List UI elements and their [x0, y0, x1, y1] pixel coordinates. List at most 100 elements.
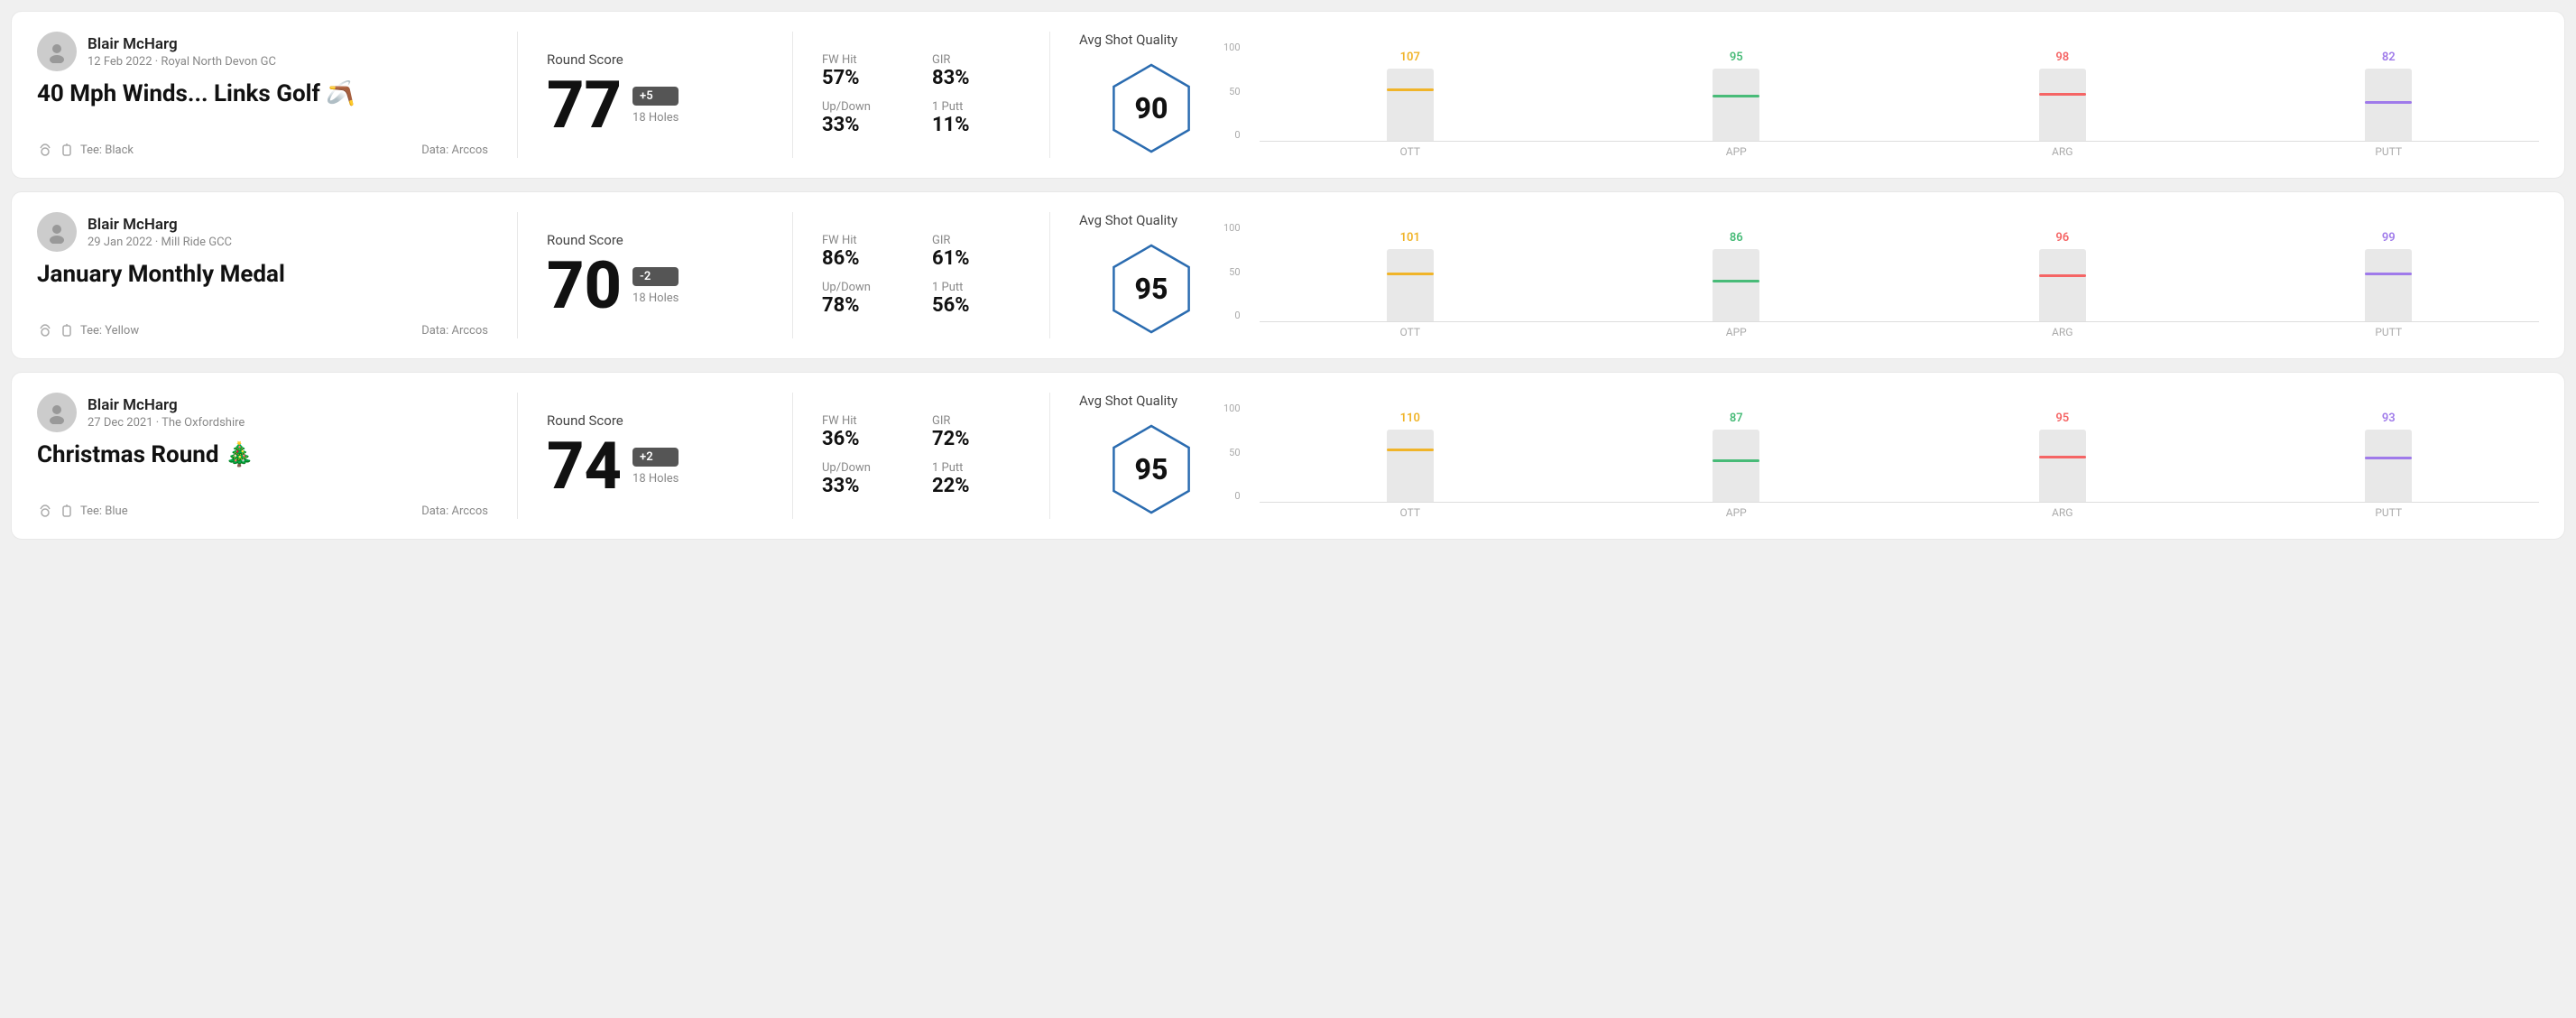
updown-value: 33%: [822, 475, 910, 497]
gir-value: 61%: [932, 247, 1020, 270]
bar-chart: 100 50 0 101 86: [1223, 222, 2539, 338]
bar-group-ott: 110: [1260, 412, 1561, 502]
x-label: ARG: [1912, 506, 2213, 519]
card-divider: [517, 32, 518, 158]
bar-wrapper: [2039, 430, 2086, 502]
x-label: PUTT: [2239, 326, 2540, 338]
chart-bars-area: 100500 107 95: [1223, 42, 2539, 141]
bar-indicator: [1387, 449, 1434, 451]
golf-bag-icon: [59, 142, 75, 158]
updown-value: 33%: [822, 114, 910, 136]
bar-wrapper: [2039, 69, 2086, 141]
oneputt-value: 56%: [932, 294, 1020, 317]
stats-section: FW Hit 86% GIR 61% Up/Down 78% 1 Putt 56…: [822, 212, 1020, 338]
bar-fill: [1713, 280, 1759, 321]
updown-label: Up/Down: [822, 281, 910, 294]
user-name: Blair McHarg: [88, 35, 276, 53]
stat-gir: GIR 72%: [932, 414, 1020, 450]
bar-value-putt: 82: [2382, 51, 2396, 64]
bar-fill: [1387, 449, 1434, 502]
score-number: 77: [547, 73, 622, 138]
updown-label: Up/Down: [822, 461, 910, 475]
round-card-1: Blair McHarg 12 Feb 2022 · Royal North D…: [11, 11, 2565, 179]
stats-section: FW Hit 36% GIR 72% Up/Down 33% 1 Putt 22…: [822, 393, 1020, 519]
stat-oneputt: 1 Putt 11%: [932, 100, 1020, 136]
y-tick: 100: [1223, 42, 1241, 53]
bar-wrapper: [1713, 69, 1759, 141]
bar-value-ott: 101: [1400, 231, 1420, 245]
score-detail: -2 18 Holes: [632, 267, 679, 305]
card-footer: Tee: Blue Data: Arccos: [37, 503, 488, 519]
bar-value-arg: 96: [2055, 231, 2069, 245]
y-tick: 50: [1229, 447, 1240, 458]
y-tick: 0: [1234, 490, 1240, 502]
bar-fill: [1387, 273, 1434, 321]
bar-fill: [2039, 456, 2086, 502]
bar-wrapper: [1387, 430, 1434, 502]
x-label: APP: [1586, 506, 1888, 519]
card-footer: Tee: Black Data: Arccos: [37, 142, 488, 158]
quality-section: Avg Shot Quality 90: [1079, 32, 1223, 158]
y-tick: 0: [1234, 310, 1240, 321]
card-left: Blair McHarg 12 Feb 2022 · Royal North D…: [37, 32, 488, 158]
bar-fill: [1713, 459, 1759, 502]
score-label: Round Score: [547, 51, 763, 68]
card-divider-3: [1049, 212, 1050, 338]
stats-grid: FW Hit 36% GIR 72% Up/Down 33% 1 Putt 22…: [822, 414, 1020, 497]
round-title: January Monthly Medal: [37, 261, 488, 288]
score-holes: 18 Holes: [632, 292, 679, 305]
user-row: Blair McHarg 12 Feb 2022 · Royal North D…: [37, 32, 488, 71]
card-footer: Tee: Yellow Data: Arccos: [37, 322, 488, 338]
bar-group-app: 86: [1586, 231, 1888, 321]
gir-label: GIR: [932, 414, 1020, 428]
card-left: Blair McHarg 29 Jan 2022 · Mill Ride GCC…: [37, 212, 488, 338]
bar-fill: [2365, 101, 2412, 141]
score-detail: +2 18 Holes: [632, 448, 679, 486]
bar-value-app: 95: [1730, 51, 1743, 64]
fw-hit-value: 36%: [822, 428, 910, 450]
stat-fw-hit: FW Hit 57%: [822, 53, 910, 89]
tee-label: Tee: Yellow: [80, 324, 139, 338]
bar-group-putt: 99: [2239, 231, 2540, 321]
y-tick: 50: [1229, 266, 1240, 278]
tee-info: Tee: Blue: [37, 503, 128, 519]
y-tick: 100: [1223, 222, 1241, 234]
stats-grid: FW Hit 57% GIR 83% Up/Down 33% 1 Putt 11…: [822, 53, 1020, 136]
bar-group-arg: 98: [1912, 51, 2213, 141]
bar-value-putt: 93: [2382, 412, 2396, 425]
weather-icon: [37, 503, 53, 519]
score-section: Round Score 70 -2 18 Holes: [547, 212, 763, 338]
bar-indicator: [1713, 280, 1759, 282]
score-section: Round Score 77 +5 18 Holes: [547, 32, 763, 158]
bar-fill: [1713, 95, 1759, 141]
quality-section: Avg Shot Quality 95: [1079, 393, 1223, 519]
round-card-3: Blair McHarg 27 Dec 2021 · The Oxfordshi…: [11, 372, 2565, 540]
card-divider-3: [1049, 393, 1050, 519]
stat-oneputt: 1 Putt 22%: [932, 461, 1020, 497]
y-axis: 100 50 0: [1223, 222, 1246, 321]
oneputt-label: 1 Putt: [932, 281, 1020, 294]
x-label: OTT: [1260, 145, 1561, 158]
score-number: 70: [547, 254, 622, 319]
bar-indicator: [2039, 93, 2086, 96]
stat-fw-hit: FW Hit 86%: [822, 234, 910, 270]
avatar: [37, 393, 77, 432]
bar-value-arg: 98: [2055, 51, 2069, 64]
chart-section: 100500 107 95: [1223, 32, 2539, 158]
hexagon-score: 95: [1135, 452, 1168, 486]
data-source: Data: Arccos: [421, 504, 488, 518]
stats-section: FW Hit 57% GIR 83% Up/Down 33% 1 Putt 11…: [822, 32, 1020, 158]
y-tick: 50: [1229, 86, 1240, 97]
x-label: ARG: [1912, 326, 2213, 338]
card-divider: [517, 212, 518, 338]
y-axis: 100500: [1223, 403, 1246, 502]
bar-group-putt: 82: [2239, 51, 2540, 141]
oneputt-value: 22%: [932, 475, 1020, 497]
x-label: ARG: [1912, 145, 2213, 158]
user-info: Blair McHarg 29 Jan 2022 · Mill Ride GCC: [88, 216, 232, 249]
oneputt-label: 1 Putt: [932, 100, 1020, 114]
weather-icon: [37, 322, 53, 338]
stat-gir: GIR 61%: [932, 234, 1020, 270]
hexagon-container: 95: [1106, 239, 1196, 338]
bar-wrapper: [1713, 430, 1759, 502]
